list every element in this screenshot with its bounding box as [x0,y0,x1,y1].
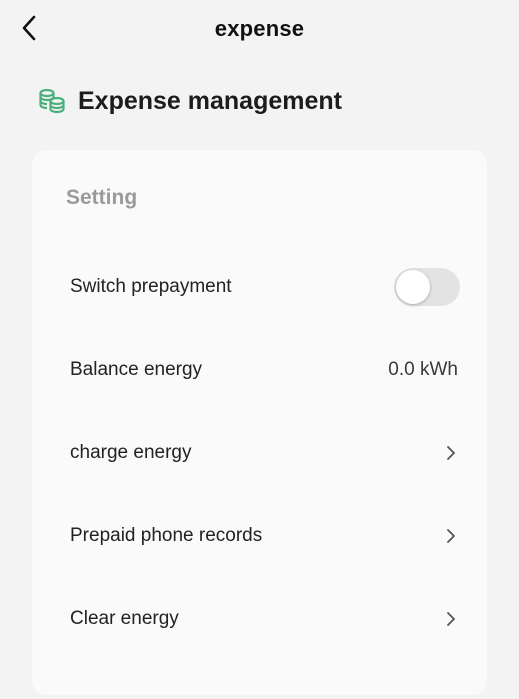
row-switch-prepayment: Switch prepayment [70,267,460,307]
prepayment-toggle[interactable] [394,268,460,306]
row-label: Balance energy [70,359,203,380]
row-label: Prepaid phone records [70,525,263,546]
expense-screen: expense Expense management Setting Switc… [0,0,519,699]
chevron-right-icon [444,610,458,628]
row-balance-energy: Balance energy 0.0 kWh [70,350,458,390]
row-label: Clear energy [70,608,179,629]
toggle-knob [396,270,430,304]
chevron-right-icon [444,527,458,545]
section-header: Expense management [38,82,342,120]
page-title: expense [214,16,305,41]
row-clear-energy[interactable]: Clear energy [70,599,458,639]
row-charge-energy[interactable]: charge energy [70,433,458,473]
section-title: Expense management [78,86,342,115]
row-label: Switch prepayment [70,276,232,297]
balance-energy-value: 0.0 kWh [388,359,458,380]
coins-stack-icon [38,87,66,115]
chevron-right-icon [444,444,458,462]
row-label: charge energy [70,442,192,463]
navbar: expense [0,0,519,58]
settings-card: Setting Switch prepayment Balance energy… [32,150,487,695]
card-heading: Setting [66,186,138,209]
row-prepaid-phone-records[interactable]: Prepaid phone records [70,516,458,556]
